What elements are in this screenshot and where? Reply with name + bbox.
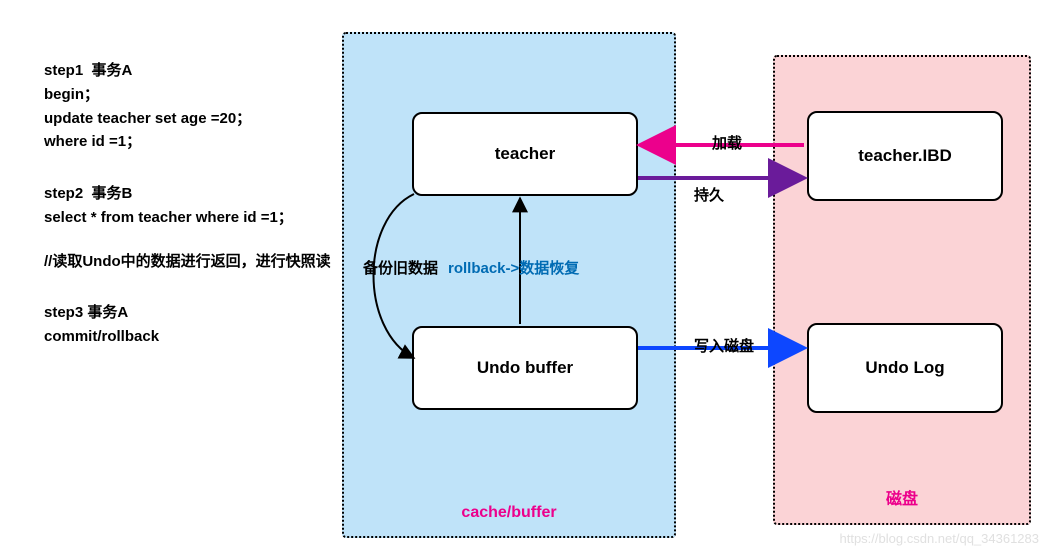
step3-line1: commit/rollback bbox=[44, 326, 344, 348]
step1-title: step1 事务A bbox=[44, 60, 344, 82]
teacher-node-label: teacher bbox=[495, 144, 555, 164]
undo-buffer-node-label: Undo buffer bbox=[477, 358, 573, 378]
teacher-ibd-node: teacher.IBD bbox=[807, 111, 1003, 201]
edge-write-label: 写入磁盘 bbox=[694, 335, 754, 356]
cache-region-label: cache/buffer bbox=[344, 504, 674, 522]
steps-text: step1 事务A begin； update teacher set age … bbox=[44, 60, 344, 350]
edge-load-label: 加载 bbox=[712, 132, 742, 153]
edge-backup-label: 备份旧数据 bbox=[363, 257, 438, 278]
undo-log-node: Undo Log bbox=[807, 323, 1003, 413]
teacher-ibd-node-label: teacher.IBD bbox=[858, 146, 952, 166]
step3-title: step3 事务A bbox=[44, 302, 344, 324]
step2-line2: //读取Undo中的数据进行返回，进行快照读 bbox=[44, 251, 344, 273]
watermark: https://blog.csdn.net/qq_34361283 bbox=[840, 531, 1040, 546]
undo-buffer-node: Undo buffer bbox=[412, 326, 638, 410]
step2-line1: select * from teacher where id =1； bbox=[44, 207, 344, 229]
teacher-node: teacher bbox=[412, 112, 638, 196]
edge-rollback-label: rollback->数据恢复 bbox=[448, 257, 579, 278]
edge-persist-label: 持久 bbox=[694, 184, 724, 205]
undo-log-node-label: Undo Log bbox=[865, 358, 944, 378]
step2-title: step2 事务B bbox=[44, 183, 344, 205]
disk-region: teacher.IBD Undo Log 磁盘 bbox=[773, 55, 1031, 525]
step1-line1: begin； bbox=[44, 84, 344, 106]
disk-region-label: 磁盘 bbox=[775, 485, 1029, 509]
cache-region: teacher Undo buffer cache/buffer bbox=[342, 32, 676, 538]
step1-line3: where id =1； bbox=[44, 131, 344, 153]
step1-line2: update teacher set age =20； bbox=[44, 108, 344, 130]
